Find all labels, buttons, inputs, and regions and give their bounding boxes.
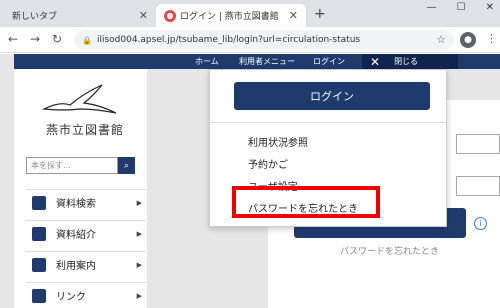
page-content: ホーム 利用者メニュー ログイン ✕ 閉じる 燕市立図書館 本を探す… ⌕ 資料… (0, 54, 500, 308)
bookmark-star-icon[interactable]: ☆ (436, 33, 446, 46)
highlight-box (232, 186, 380, 218)
close-icon: ✕ (370, 54, 381, 69)
sidebar-item-label: 資料検索 (56, 199, 96, 210)
maximize-icon[interactable]: ☐ (457, 2, 466, 13)
new-tab-icon[interactable]: + (314, 6, 326, 22)
person-icon (32, 257, 46, 272)
sidebar-item-label: 利用案内 (56, 261, 96, 272)
forward-icon[interactable]: → (30, 32, 40, 46)
browser-tab-new[interactable]: 新しいタブ ✕ (6, 4, 156, 27)
back-icon[interactable]: ← (8, 32, 18, 46)
sidebar-item-search[interactable]: 資料検索 ▶ (26, 189, 146, 215)
tab-title: 新しいタブ (12, 12, 58, 22)
sidebar-item-label: 資料紹介 (56, 230, 96, 241)
menu-dots-icon[interactable]: ⋮ (486, 32, 497, 45)
arrow-right-icon: ▶ (136, 260, 142, 269)
sidebar-item-links[interactable]: リンク ▶ (26, 282, 146, 308)
sidebar-item-intro[interactable]: 資料紹介 ▶ (26, 220, 146, 246)
browser-tab-strip: 新しいタブ ✕ ● ログイン | 燕市立図書館 ✕ + — ☐ ✕ (0, 0, 500, 27)
dropdown-login-button[interactable]: ログイン (234, 82, 430, 110)
window-controls: — ☐ ✕ (427, 2, 494, 13)
arrow-right-icon: ▶ (136, 229, 142, 238)
arrow-right-icon: ▶ (136, 198, 142, 207)
link-icon (32, 288, 46, 303)
book-search-input[interactable]: 本を探す… (26, 157, 118, 174)
forgot-password-link[interactable]: パスワードを忘れたとき (340, 244, 439, 257)
top-nav-bar: ホーム 利用者メニュー ログイン ✕ 閉じる (14, 54, 500, 69)
sidebar-item-guide[interactable]: 利用案内 ▶ (26, 251, 146, 277)
nav-login-link[interactable]: ログイン (313, 56, 345, 67)
reload-icon[interactable]: ↻ (52, 32, 62, 46)
nav-user-menu-link[interactable]: 利用者メニュー (239, 56, 295, 67)
close-icon[interactable]: ✕ (289, 9, 298, 22)
info-icon[interactable]: i (474, 217, 487, 230)
sidebar-item-label: リンク (56, 292, 86, 303)
open-book-icon (32, 226, 46, 241)
favicon-icon: ● (164, 9, 176, 22)
nav-home-link[interactable]: ホーム (195, 56, 219, 67)
menu-item-reservation-cart[interactable]: 予約かご (248, 156, 288, 171)
window-close-icon[interactable]: ✕ (486, 2, 494, 13)
minimize-icon[interactable]: — (427, 2, 437, 13)
browser-tab-login[interactable]: ● ログイン | 燕市立図書館 ✕ (156, 4, 306, 27)
close-icon[interactable]: ✕ (139, 9, 148, 22)
swallow-logo-icon[interactable] (40, 79, 120, 119)
lock-icon[interactable]: 🔒 (82, 36, 92, 45)
user-id-field[interactable] (456, 134, 500, 154)
url-text: ilisod004.apsel.jp/tsubame_lib/login?url… (96, 35, 361, 45)
arrow-right-icon: ▶ (136, 291, 142, 300)
close-menu-button[interactable]: ✕ 閉じる (362, 54, 458, 69)
book-search-icon (32, 195, 46, 210)
divider (210, 122, 446, 123)
close-label: 閉じる (394, 57, 419, 66)
menu-item-usage-status[interactable]: 利用状況参照 (248, 134, 308, 149)
search-icon[interactable]: ⌕ (118, 157, 135, 174)
address-bar[interactable]: 🔒 ilisod004.apsel.jp/tsubame_lib/login?u… (74, 30, 454, 50)
sidebar: 燕市立図書館 本を探す… ⌕ 資料検索 ▶ 資料紹介 ▶ 利用案内 ▶ リンク … (14, 69, 147, 308)
browser-toolbar: ← → ↻ 🔒 ilisod004.apsel.jp/tsubame_lib/l… (0, 27, 500, 53)
library-name[interactable]: 燕市立図書館 (46, 121, 124, 138)
profile-icon[interactable]: ● (460, 32, 476, 48)
tab-title: ログイン | 燕市立図書館 (180, 12, 279, 22)
password-field[interactable] (456, 176, 500, 196)
